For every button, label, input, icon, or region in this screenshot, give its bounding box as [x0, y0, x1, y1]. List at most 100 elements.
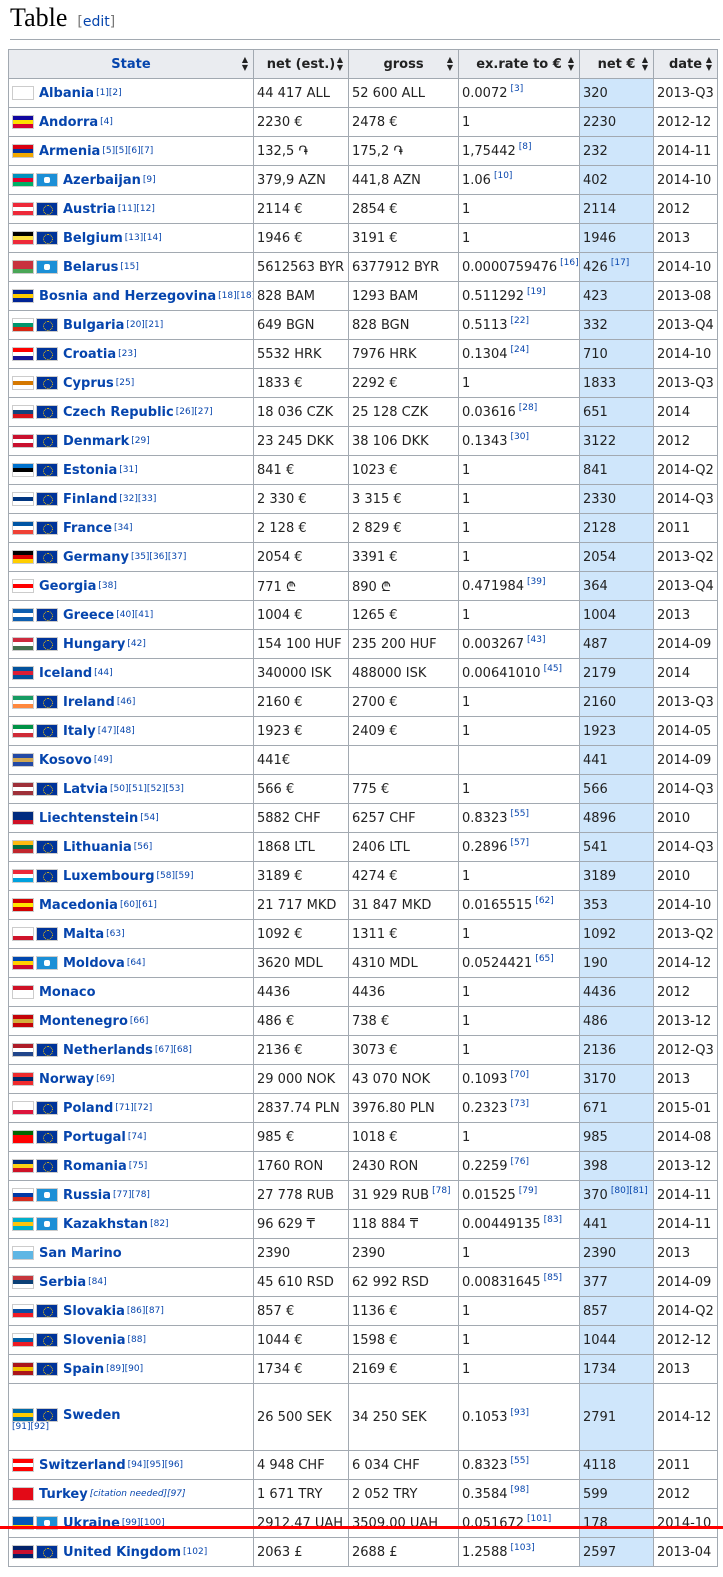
country-link[interactable]: Norway — [39, 1072, 94, 1087]
country-link[interactable]: Georgia — [39, 579, 96, 594]
sort-icon[interactable]: ▲ ▼ — [337, 56, 343, 72]
cell-state: Croatia [23] — [8, 339, 254, 369]
country-link[interactable]: Kazakhstan — [63, 1217, 148, 1232]
country-link[interactable]: Andorra — [39, 115, 98, 130]
citation-ref[interactable]: [19] — [527, 287, 545, 297]
citation-ref[interactable]: [83] — [544, 1215, 562, 1225]
country-link[interactable]: Latvia — [63, 782, 108, 797]
citation-ref[interactable]: [98] — [511, 1485, 529, 1495]
citation-ref[interactable]: [62] — [535, 896, 553, 906]
country-link[interactable]: Greece — [63, 608, 114, 623]
country-link[interactable]: Azerbaijan — [63, 173, 141, 188]
col-header-date[interactable]: date ▲ ▼ — [653, 49, 718, 79]
citation-ref[interactable]: [73] — [511, 1099, 529, 1109]
country-link[interactable]: Iceland — [39, 666, 92, 681]
country-link[interactable]: Netherlands — [63, 1043, 153, 1058]
country-link[interactable]: Belarus — [63, 260, 118, 275]
country-link[interactable]: Finland — [63, 492, 117, 507]
country-link[interactable]: Ireland — [63, 695, 115, 710]
citation-ref[interactable]: [55] — [511, 1456, 529, 1466]
table-row: Andorra [4] 2230 €2478 €1 2230 2012-12 — [8, 107, 718, 137]
country-link[interactable]: Armenia — [39, 144, 100, 159]
citation-ref[interactable]: [3] — [511, 84, 524, 94]
edit-link[interactable]: edit — [83, 14, 110, 30]
col-header-net-eur[interactable]: net € ▲ ▼ — [579, 49, 654, 79]
flag-icon — [12, 869, 34, 883]
country-link[interactable]: Croatia — [63, 347, 116, 362]
country-link[interactable]: United Kingdom — [63, 1545, 181, 1560]
citation-ref[interactable]: [76] — [511, 1157, 529, 1167]
country-link[interactable]: Denmark — [63, 434, 129, 449]
country-link[interactable]: Sweden — [63, 1408, 121, 1423]
country-link[interactable]: Serbia — [39, 1275, 86, 1290]
citation-ref[interactable]: [28] — [519, 403, 537, 413]
country-link[interactable]: Liechtenstein — [39, 811, 138, 826]
country-link[interactable]: Luxembourg — [63, 869, 155, 884]
sort-icon[interactable]: ▲ ▼ — [642, 56, 648, 72]
citation-ref[interactable]: [80][81] — [611, 1186, 648, 1196]
sort-icon[interactable]: ▲ ▼ — [568, 56, 574, 72]
country-link[interactable]: Hungary — [63, 637, 125, 652]
col-header-exrate[interactable]: ex.rate to € ▲ ▼ — [458, 49, 580, 79]
citation-ref[interactable]: [85] — [544, 1273, 562, 1283]
country-link[interactable]: Cyprus — [63, 376, 114, 391]
citation-ref[interactable]: [39] — [527, 577, 545, 587]
country-link[interactable]: Germany — [63, 550, 129, 565]
country-link[interactable]: Czech Republic — [63, 405, 174, 420]
citation-ref[interactable]: [101] — [527, 1514, 551, 1524]
country-link[interactable]: Russia — [63, 1188, 111, 1203]
col-header-state[interactable]: State ▲ ▼ — [8, 49, 254, 79]
table-row: Sweden [91][92] 26 500 SEK 34 250 SEK 0.1053… — [8, 1383, 718, 1451]
country-link[interactable]: Slovenia — [63, 1333, 126, 1348]
cell-state: Bosnia and Herzegovina [18][18] — [8, 281, 254, 311]
country-link[interactable]: Poland — [63, 1101, 113, 1116]
country-link[interactable]: Belgium — [63, 231, 123, 246]
citation-ref[interactable]: [55] — [511, 809, 529, 819]
country-link[interactable]: Switzerland — [39, 1458, 126, 1473]
country-link[interactable]: Bulgaria — [63, 318, 124, 333]
country-link[interactable]: San Marino — [39, 1246, 122, 1261]
country-link[interactable]: Monaco — [39, 985, 96, 1000]
cell-net-est: 45 610 RSD — [253, 1267, 349, 1297]
country-link[interactable]: Portugal — [63, 1130, 126, 1145]
citation-ref[interactable]: [24] — [511, 345, 529, 355]
country-link[interactable]: Bosnia and Herzegovina — [39, 289, 216, 304]
citation-ref[interactable]: [93] — [511, 1408, 529, 1418]
country-link[interactable]: Slovakia — [63, 1304, 125, 1319]
country-link[interactable]: Moldova — [63, 956, 125, 971]
citation-ref[interactable]: [70] — [511, 1070, 529, 1080]
citation-ref[interactable]: [43] — [527, 635, 545, 645]
citation-ref[interactable]: [79] — [519, 1186, 537, 1196]
citation-ref[interactable]: [10] — [494, 171, 512, 181]
col-header-net-est[interactable]: net (est.) ▲ ▼ — [253, 49, 349, 79]
country-link[interactable]: Lithuania — [63, 840, 132, 855]
col-header-gross[interactable]: gross ▲ ▼ — [348, 49, 459, 79]
sort-icon[interactable]: ▲ ▼ — [242, 56, 248, 72]
flag-icon — [12, 1333, 34, 1347]
country-link[interactable]: Kosovo — [39, 753, 92, 768]
sort-icon[interactable]: ▲ ▼ — [447, 56, 453, 72]
citation-ref[interactable]: [8] — [519, 142, 532, 152]
sort-icon[interactable]: ▲ ▼ — [706, 56, 712, 72]
citation-ref[interactable]: [103] — [511, 1543, 535, 1553]
country-link[interactable]: Spain — [63, 1362, 104, 1377]
country-link[interactable]: Estonia — [63, 463, 117, 478]
country-link[interactable]: Italy — [63, 724, 96, 739]
country-link[interactable]: Romania — [63, 1159, 127, 1174]
citation-ref[interactable]: [65] — [535, 954, 553, 964]
country-link[interactable]: Albania — [39, 86, 94, 101]
country-link[interactable]: Malta — [63, 927, 104, 942]
citation-ref[interactable]: [45] — [544, 664, 562, 674]
country-link[interactable]: France — [63, 521, 112, 536]
citation-ref[interactable]: [30] — [511, 432, 529, 442]
country-link[interactable]: Macedonia — [39, 898, 118, 913]
cell-net-est: 5532 HRK — [253, 339, 349, 369]
citation-ref[interactable]: [22] — [511, 316, 529, 326]
citation-ref[interactable]: [57] — [511, 838, 529, 848]
country-link[interactable]: Montenegro — [39, 1014, 128, 1029]
citation-ref[interactable]: [78] — [432, 1186, 450, 1196]
country-link[interactable]: Austria — [63, 202, 116, 217]
citation-ref[interactable]: [16] — [560, 258, 578, 268]
citation-ref[interactable]: [17] — [611, 258, 629, 268]
country-link[interactable]: Turkey — [39, 1487, 88, 1502]
